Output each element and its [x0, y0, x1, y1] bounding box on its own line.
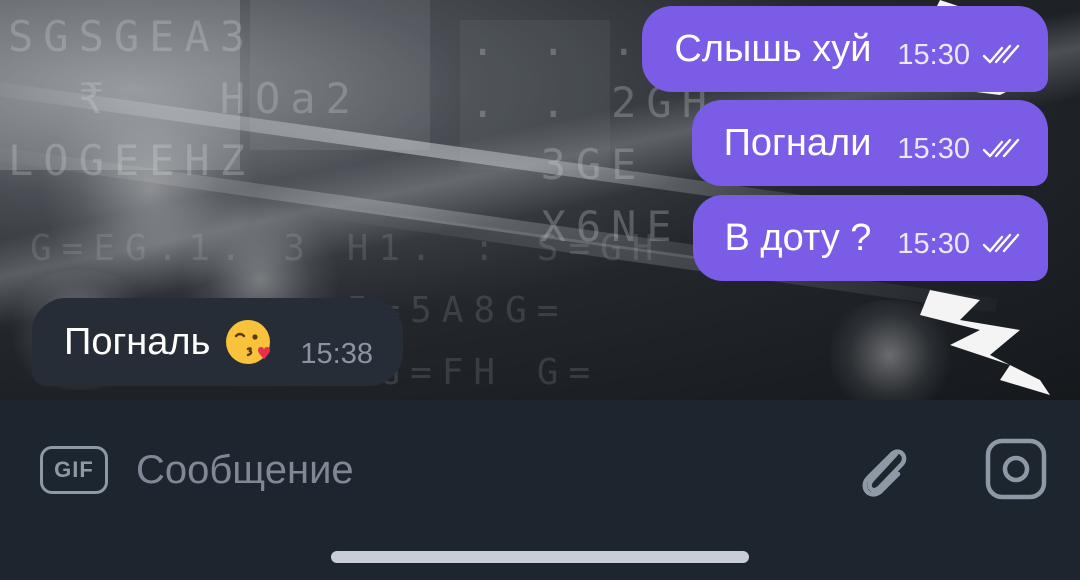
gif-button[interactable]: GIF: [40, 446, 108, 494]
paperclip-icon[interactable]: [852, 436, 916, 504]
message-time: 15:38: [300, 337, 373, 370]
chat-screen: SGSGEA3 ₹ HOa2 LOGEEHZ . . . 1G . . 2GH …: [0, 0, 1080, 580]
double-check-icon: [982, 233, 1020, 253]
double-check-icon: [982, 44, 1020, 64]
message-time: 15:30: [897, 227, 970, 260]
message-text: В доту ?: [724, 216, 872, 259]
camera-icon[interactable]: [984, 437, 1048, 501]
message-text: Слышь хуй: [674, 27, 872, 70]
home-indicator[interactable]: [331, 551, 749, 563]
message-time: 15:30: [897, 132, 970, 165]
outgoing-message[interactable]: В доту ? 15:30: [692, 195, 1048, 281]
message-time: 15:30: [897, 38, 970, 71]
message-text: Погнали: [723, 121, 872, 164]
outgoing-message[interactable]: Слышь хуй 15:30: [642, 6, 1048, 92]
double-check-icon: [982, 138, 1020, 158]
incoming-message[interactable]: Погналь 15:38: [32, 298, 403, 386]
message-text: Погналь: [64, 320, 211, 363]
outgoing-message[interactable]: Погнали 15:30: [691, 100, 1048, 186]
kissing-heart-face-icon: [226, 320, 271, 364]
message-input[interactable]: [136, 440, 796, 500]
